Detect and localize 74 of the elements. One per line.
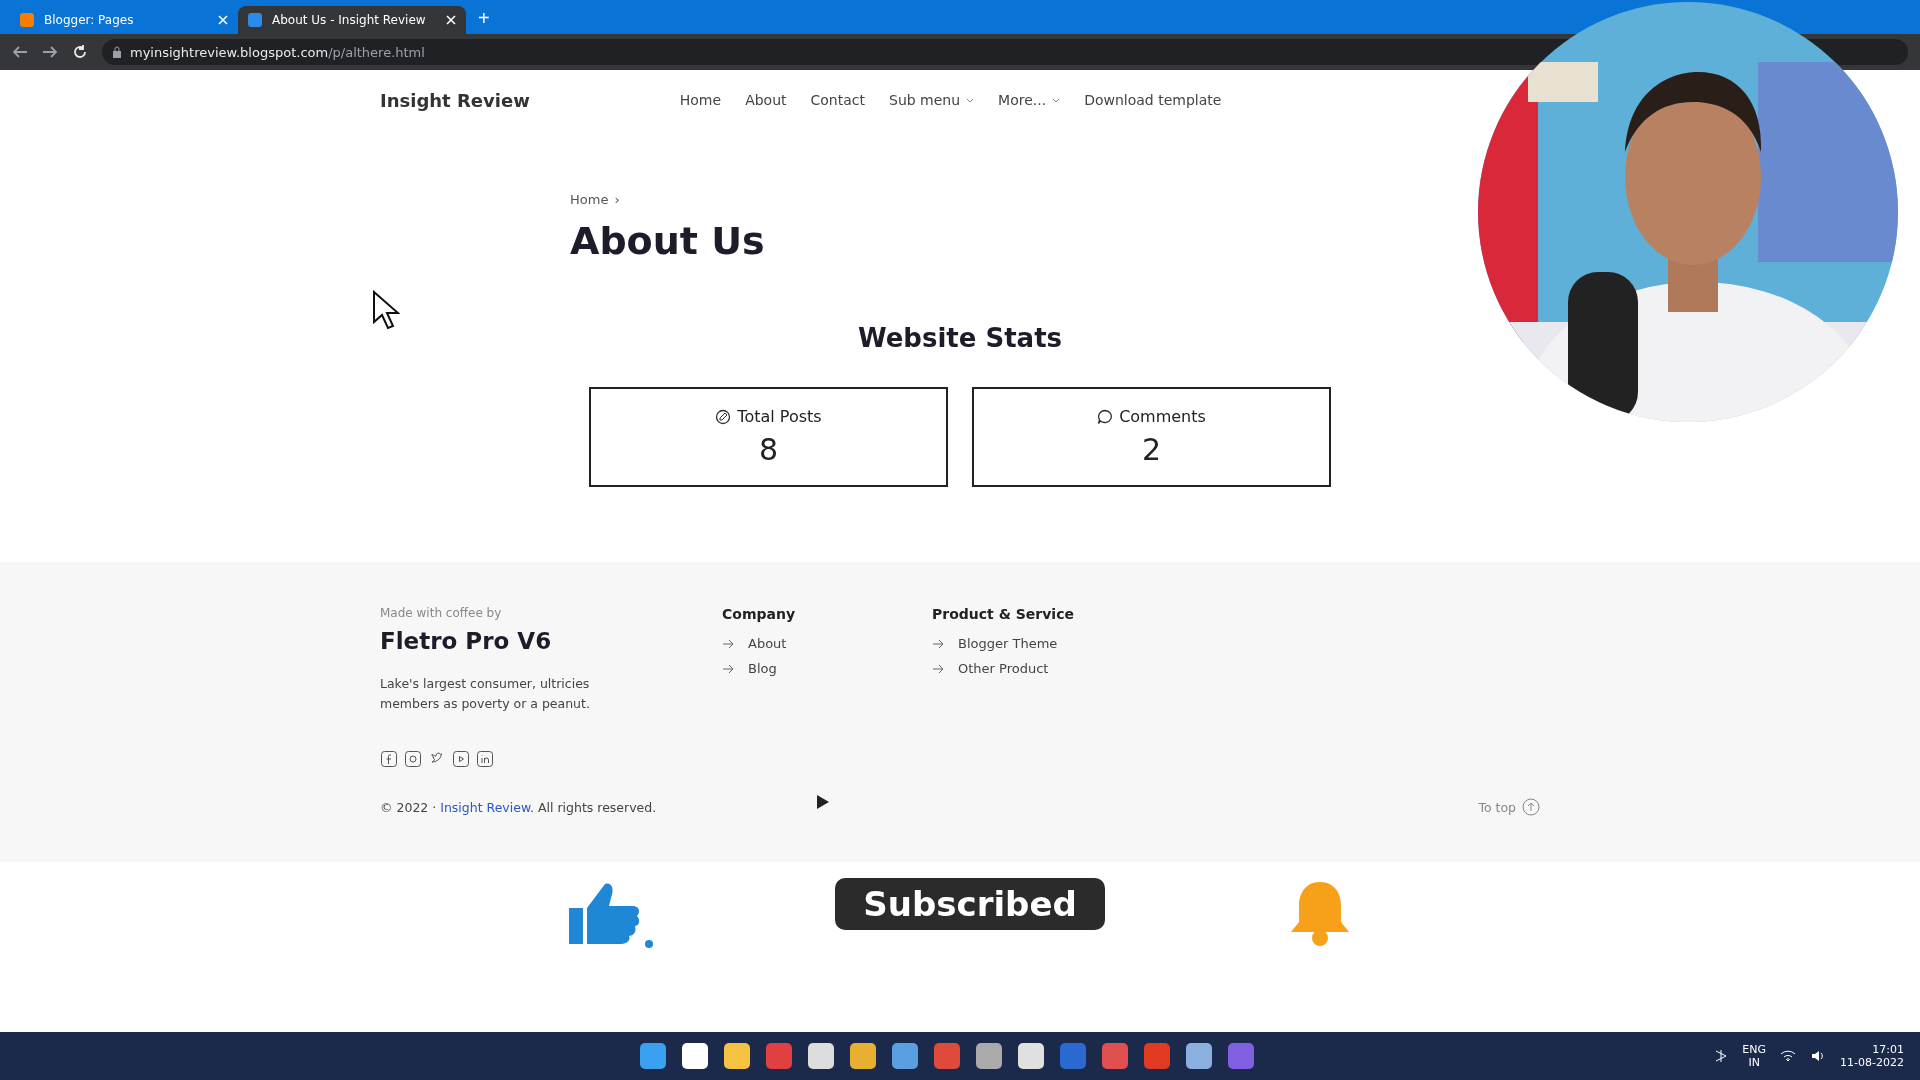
clock-time: 17:01 bbox=[1872, 1043, 1904, 1056]
pencil-icon bbox=[715, 408, 732, 425]
arrow-icon bbox=[932, 663, 944, 674]
language-indicator[interactable]: ENG IN bbox=[1742, 1043, 1767, 1069]
clock-date: 11-08-2022 bbox=[1840, 1056, 1904, 1069]
nav-link[interactable]: Sub menu bbox=[889, 92, 975, 108]
tab-title: About Us - Insight Review bbox=[272, 13, 427, 27]
nav-link[interactable]: Home bbox=[679, 92, 722, 108]
arrow-icon bbox=[932, 638, 944, 649]
region-code: IN bbox=[1748, 1056, 1760, 1069]
nav-link[interactable]: Contact bbox=[810, 92, 865, 108]
new-tab-button[interactable]: + bbox=[466, 7, 502, 34]
nav-link[interactable]: Download template bbox=[1084, 92, 1222, 108]
url-text: myinsightreview.blogspot.com/p/althere.html bbox=[130, 44, 425, 60]
favicon-icon bbox=[20, 13, 34, 27]
tab-title: Blogger: Pages bbox=[44, 13, 135, 27]
browser-tab[interactable]: Blogger: Pages bbox=[10, 6, 238, 34]
footer-description: Lake's largest consumer, ultricies members as poverty or a peanut. bbox=[380, 675, 591, 713]
app-icon[interactable] bbox=[724, 1043, 750, 1069]
cursor-icon bbox=[372, 290, 400, 330]
arrow-icon bbox=[722, 663, 734, 674]
app-icon[interactable] bbox=[1018, 1043, 1044, 1069]
app-icon[interactable] bbox=[682, 1043, 708, 1069]
lock-icon bbox=[112, 46, 122, 58]
app-icon[interactable] bbox=[976, 1043, 1002, 1069]
footer-caption: Made with coffee by bbox=[380, 606, 503, 620]
copyright-text: © 2022 · Insight Review. All rights reserved. bbox=[380, 799, 657, 815]
copyright-link[interactable]: Insight Review bbox=[440, 799, 530, 815]
footer-link[interactable]: Blog bbox=[748, 661, 777, 676]
back-icon[interactable] bbox=[12, 45, 28, 59]
footer-brand: Fletro Pro V6 bbox=[380, 628, 553, 654]
instagram-icon[interactable] bbox=[404, 750, 422, 768]
nav-link[interactable]: More... bbox=[998, 92, 1061, 108]
app-icon[interactable] bbox=[892, 1043, 918, 1069]
app-icon[interactable] bbox=[850, 1043, 876, 1069]
page-title: About Us bbox=[570, 219, 766, 263]
forward-icon[interactable] bbox=[42, 45, 58, 59]
caret-icon bbox=[966, 97, 975, 103]
app-icon[interactable] bbox=[1186, 1043, 1212, 1069]
footer-heading: Product & Service bbox=[932, 606, 1075, 622]
close-icon[interactable] bbox=[446, 15, 456, 25]
app-icon[interactable] bbox=[766, 1043, 792, 1069]
language-code: ENG bbox=[1742, 1043, 1767, 1056]
reload-icon[interactable] bbox=[72, 44, 88, 60]
section-heading: Website Stats bbox=[856, 323, 1064, 353]
app-icon[interactable] bbox=[808, 1043, 834, 1069]
breadcrumb-link[interactable]: Home bbox=[570, 192, 609, 207]
favicon-icon bbox=[248, 13, 262, 27]
site-logo[interactable]: Insight Review bbox=[380, 89, 530, 111]
arrow-icon bbox=[722, 638, 734, 649]
app-icon[interactable] bbox=[1144, 1043, 1170, 1069]
stat-label: Total Posts bbox=[737, 407, 822, 426]
wifi-icon[interactable] bbox=[1780, 1049, 1797, 1063]
stat-label: Comments bbox=[1119, 407, 1206, 426]
browser-tab[interactable]: About Us - Insight Review bbox=[238, 6, 466, 34]
footer-heading: Company bbox=[722, 606, 797, 622]
app-icon[interactable] bbox=[1102, 1043, 1128, 1069]
clock[interactable]: 17:01 11-08-2022 bbox=[1840, 1043, 1904, 1069]
comment-icon bbox=[1097, 408, 1114, 425]
nav-link[interactable]: About bbox=[745, 92, 787, 108]
app-icon[interactable] bbox=[640, 1043, 666, 1069]
breadcrumb-separator: › bbox=[614, 192, 620, 207]
caret-icon bbox=[1052, 97, 1061, 103]
footer-link[interactable]: Other Product bbox=[958, 661, 1049, 676]
footer-link[interactable]: About bbox=[748, 636, 787, 651]
stat-value: 2 bbox=[1141, 432, 1162, 467]
facebook-icon[interactable] bbox=[380, 750, 398, 768]
youtube-icon[interactable] bbox=[452, 750, 470, 768]
stat-value: 8 bbox=[758, 432, 779, 467]
linkedin-icon[interactable] bbox=[476, 750, 494, 768]
footer-link[interactable]: Blogger Theme bbox=[958, 636, 1058, 651]
play-icon bbox=[815, 794, 831, 810]
subscribe-button[interactable]: Subscribed bbox=[835, 878, 1105, 930]
app-icon[interactable] bbox=[934, 1043, 960, 1069]
